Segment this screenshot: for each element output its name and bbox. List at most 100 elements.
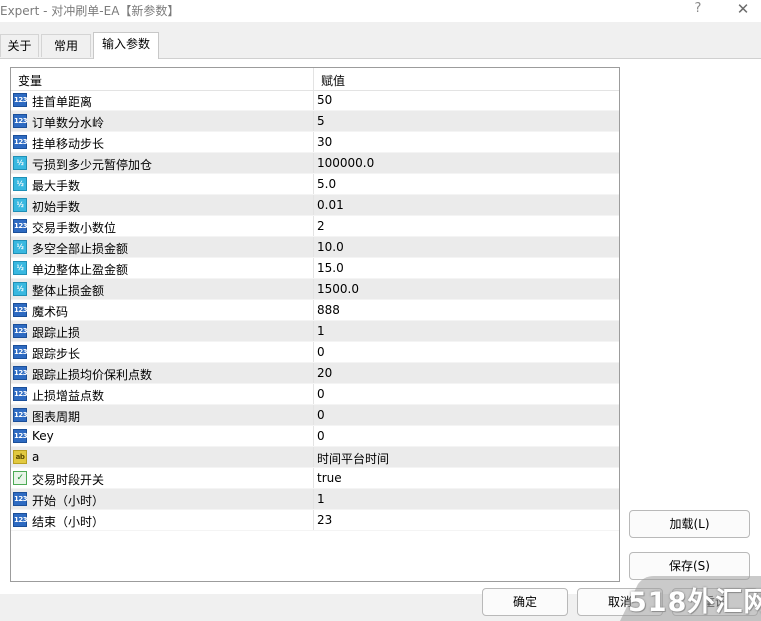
param-value[interactable]: 1 — [317, 492, 325, 506]
table-row[interactable]: ½ 最大手数 5.0 — [11, 174, 619, 195]
table-row[interactable]: 123 Key 0 — [11, 426, 619, 447]
close-button[interactable]: ✕ — [732, 0, 754, 20]
param-name: 跟踪步长 — [32, 347, 81, 361]
param-name: a — [32, 450, 40, 464]
load-button[interactable]: 加载(L) — [629, 510, 750, 538]
integer-param-icon: 123 — [13, 135, 28, 149]
column-separator[interactable] — [313, 68, 314, 90]
row-separator — [313, 426, 314, 447]
row-separator — [313, 237, 314, 258]
table-row[interactable]: ½ 初始手数 0.01 — [11, 195, 619, 216]
integer-param-icon: 123 — [13, 219, 28, 233]
param-value[interactable]: 2 — [317, 219, 325, 233]
tab-inputs[interactable]: 输入参数 — [93, 32, 159, 59]
string-param-icon: ab — [13, 450, 27, 464]
table-row[interactable]: 123 订单数分水岭 5 — [11, 111, 619, 132]
window-title: Expert - 对冲刷单-EA【新参数】 — [0, 4, 180, 18]
column-header-value[interactable]: 赋值 — [321, 72, 345, 89]
integer-param-icon: 123 — [13, 93, 28, 107]
row-separator — [313, 258, 314, 279]
integer-param-icon: 123 — [13, 492, 28, 506]
param-value[interactable]: 0 — [317, 387, 325, 401]
table-row[interactable]: 123 挂首单距离 50 — [11, 90, 619, 111]
double-param-icon: ½ — [13, 177, 27, 191]
row-separator — [313, 321, 314, 342]
param-value[interactable]: true — [317, 471, 342, 485]
param-value[interactable]: 10.0 — [317, 240, 344, 254]
param-value[interactable]: 0 — [317, 345, 325, 359]
param-value[interactable]: 100000.0 — [317, 156, 374, 170]
param-value[interactable]: 5 — [317, 114, 325, 128]
param-value[interactable]: 1500.0 — [317, 282, 359, 296]
watermark-text: 518外汇网 — [628, 587, 761, 618]
row-separator — [313, 363, 314, 384]
param-value[interactable]: 0 — [317, 429, 325, 443]
param-value[interactable]: 0.01 — [317, 198, 344, 212]
table-row[interactable]: 123 跟踪步长 0 — [11, 342, 619, 363]
row-separator — [313, 90, 314, 111]
parameter-grid[interactable]: 变量 赋值 123 挂首单距离 50 123 订单数分水岭 5 123 挂单移动步长 30 ½ 亏损… — [10, 67, 620, 582]
table-row[interactable]: 123 交易手数小数位 2 — [11, 216, 619, 237]
double-param-icon: ½ — [13, 156, 27, 170]
param-name: 订单数分水岭 — [32, 116, 105, 130]
table-row[interactable]: 123 挂单移动步长 30 — [11, 132, 619, 153]
param-name: 魔术码 — [32, 305, 69, 319]
param-name: 亏损到多少元暂停加仓 — [32, 158, 153, 172]
table-row[interactable]: 123 魔术码 888 — [11, 300, 619, 321]
row-divider — [11, 530, 619, 531]
row-separator — [313, 279, 314, 300]
table-row[interactable]: 123 开始（小时） 1 — [11, 489, 619, 510]
param-value[interactable]: 23 — [317, 513, 332, 527]
integer-param-icon: 123 — [13, 366, 28, 380]
param-name: 挂单移动步长 — [32, 137, 105, 151]
ok-button[interactable]: 确定 — [482, 588, 568, 616]
integer-param-icon: 123 — [13, 513, 28, 527]
param-name: 单边整体止盈金额 — [32, 263, 129, 277]
title-bar: Expert - 对冲刷单-EA【新参数】 ? ✕ — [0, 0, 761, 22]
tab-about[interactable]: 关于 — [0, 34, 39, 57]
param-value[interactable]: 50 — [317, 93, 332, 107]
double-param-icon: ½ — [13, 261, 27, 275]
table-row[interactable]: 123 跟踪止损均价保利点数 20 — [11, 363, 619, 384]
row-separator — [313, 447, 314, 468]
param-value[interactable]: 时间平台时间 — [317, 450, 389, 467]
column-header-variable[interactable]: 变量 — [18, 72, 42, 89]
param-value[interactable]: 20 — [317, 366, 332, 380]
param-name: 整体止损金额 — [32, 284, 105, 298]
help-button[interactable]: ? — [688, 1, 708, 19]
table-row[interactable]: 123 止损增益点数 0 — [11, 384, 619, 405]
param-value[interactable]: 0 — [317, 408, 325, 422]
table-row[interactable]: ab a 时间平台时间 — [11, 447, 619, 468]
row-separator — [313, 300, 314, 321]
table-row[interactable]: ½ 亏损到多少元暂停加仓 100000.0 — [11, 153, 619, 174]
row-separator — [313, 405, 314, 426]
row-separator — [313, 195, 314, 216]
double-param-icon: ½ — [13, 282, 27, 296]
row-separator — [313, 510, 314, 531]
integer-param-icon: 123 — [13, 387, 28, 401]
double-param-icon: ½ — [13, 198, 27, 212]
param-name: 最大手数 — [32, 179, 81, 193]
param-name: 图表周期 — [32, 410, 81, 424]
row-separator — [313, 489, 314, 510]
integer-param-icon: 123 — [13, 345, 28, 359]
param-name: 开始（小时） — [32, 494, 105, 508]
tab-common[interactable]: 常用 — [41, 34, 91, 57]
param-name: 交易时段开关 — [32, 473, 105, 487]
table-row[interactable]: 123 跟踪止损 1 — [11, 321, 619, 342]
table-row[interactable]: ½ 单边整体止盈金额 15.0 — [11, 258, 619, 279]
param-value[interactable]: 888 — [317, 303, 340, 317]
table-row[interactable]: ✓ 交易时段开关 true — [11, 468, 619, 489]
integer-param-icon: 123 — [13, 429, 28, 443]
table-row[interactable]: ½ 整体止损金额 1500.0 — [11, 279, 619, 300]
integer-param-icon: 123 — [13, 408, 28, 422]
param-value[interactable]: 30 — [317, 135, 332, 149]
table-row[interactable]: ½ 多空全部止损金额 10.0 — [11, 237, 619, 258]
table-row[interactable]: 123 图表周期 0 — [11, 405, 619, 426]
param-value[interactable]: 15.0 — [317, 261, 344, 275]
param-value[interactable]: 1 — [317, 324, 325, 338]
param-value[interactable]: 5.0 — [317, 177, 336, 191]
table-row[interactable]: 123 结束（小时） 23 — [11, 510, 619, 531]
param-name: 止损增益点数 — [32, 389, 105, 403]
param-name: 结束（小时） — [32, 515, 105, 529]
